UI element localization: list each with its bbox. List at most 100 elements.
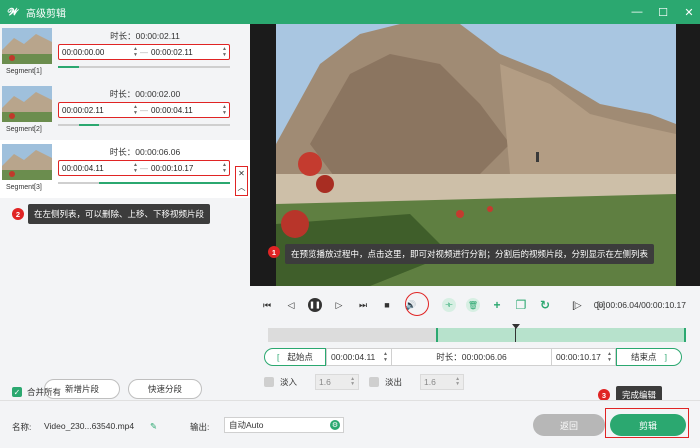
next-frame-icon[interactable]: ▷ (332, 298, 346, 312)
segment-end-field[interactable]: 00:00:02.11 ▲ ▼ (148, 46, 229, 58)
pause-icon[interactable]: ❚❚ (308, 298, 322, 312)
split-icon[interactable]: ⟛ (442, 298, 456, 312)
back-button[interactable]: 返回 (533, 414, 605, 436)
previous-frame-icon[interactable]: ◁ (284, 298, 298, 312)
bracket-left: [ (277, 352, 280, 362)
segment-start-value: 00:00:04.11 (62, 163, 104, 173)
segment-item[interactable]: Segment[1] 时长：00:00:02.11 00:00:00.00 ▲ ▼ … (0, 24, 250, 82)
fade-out-field[interactable]: 1.6 ▲ ▼ (420, 374, 465, 390)
fade-row: 淡入 1.6 ▲ ▼ 淡出 1.6 ▲ ▼ (264, 374, 465, 390)
add-icon[interactable]: + (490, 298, 504, 312)
name-label: 名称: (12, 422, 32, 432)
segment-start-field[interactable]: 00:00:04.11 ▲ ▼ (59, 162, 140, 174)
merge-all-checkbox[interactable]: ✓ (12, 387, 22, 397)
bottom-bar: 名称: Video_230...63540.mp4 ✎ 输出: 自动Auto ⚙… (0, 400, 700, 448)
bracket-right: ] (664, 352, 667, 362)
output-format-value: 自动Auto (229, 420, 264, 430)
segment-end-value: 00:00:02.11 (151, 47, 193, 57)
step-badge-2: 2 (12, 208, 24, 220)
window-title: 高级剪辑 (26, 8, 66, 20)
segment-end-field[interactable]: 00:00:10.17 ▲ ▼ (148, 162, 229, 174)
window-controls: — ☐ ✕ (630, 0, 696, 24)
segment-progress-bar (58, 182, 230, 184)
skip-to-end-icon[interactable]: ⏭ (356, 298, 370, 312)
close-icon[interactable]: ✕ (682, 5, 696, 19)
copy-icon[interactable]: ❐ (514, 298, 528, 312)
segment-thumbnail (2, 144, 52, 180)
segment-start-value: 00:00:02.11 (62, 105, 104, 115)
segment-controls: ✕ ︿ (235, 166, 248, 196)
segment-item-selected[interactable]: Segment[3] 时长：00:00:06.06 00:00:04.11 ▲ ▼ … (0, 140, 250, 198)
segment-thumbnail (2, 28, 52, 64)
merge-all-label: 合并所有 (27, 387, 62, 397)
stepper-icon[interactable]: ▲ ▼ (133, 104, 138, 116)
set-start-label: 起始点 (287, 352, 313, 362)
reset-icon[interactable]: ↻ (538, 298, 552, 312)
timeline-selection[interactable] (436, 328, 686, 342)
playhead[interactable] (511, 324, 520, 342)
segment-time-range: 00:00:02.11 ▲ ▼ — 00:00:04.11 ▲ ▼ (58, 102, 230, 118)
segment-time-range: 00:00:04.11 ▲ ▼ — 00:00:10.17 ▲ ▼ (58, 160, 230, 176)
move-up-icon[interactable]: ︿ (238, 182, 246, 193)
delete-icon[interactable]: 🗑 (466, 298, 480, 312)
stepper-icon[interactable]: ▲ ▼ (222, 162, 227, 174)
start-time-value: 00:00:04.11 (331, 352, 376, 362)
stepper-icon[interactable]: ▲ ▼ (133, 162, 138, 174)
stepper-icon[interactable]: ▲ ▼ (607, 351, 612, 363)
edit-duration-label: 时长： (436, 352, 462, 362)
segment-end-value: 00:00:04.11 (151, 105, 193, 115)
fade-in-field[interactable]: 1.6 ▲ ▼ (315, 374, 360, 390)
fade-out-checkbox[interactable] (369, 377, 380, 387)
stepper-icon[interactable]: ▲ ▼ (455, 377, 460, 387)
edit-duration: 时长： 00:00:06.06 (392, 348, 552, 366)
segment-list-panel: Segment[1] 时长：00:00:02.11 00:00:00.00 ▲ ▼ … (0, 24, 250, 400)
output-label: 输出: (190, 422, 210, 432)
segment-duration-label: 时长： (109, 147, 136, 157)
merge-all-option[interactable]: ✓ 合并所有 (12, 386, 61, 398)
minimize-icon[interactable]: — (630, 5, 644, 19)
title-bar: 𝓦 高级剪辑 — ☐ ✕ (0, 0, 700, 24)
segment-duration-label: 时长： (109, 89, 136, 99)
stepper-icon[interactable]: ▲ ▼ (222, 104, 227, 116)
segment-end-field[interactable]: 00:00:04.11 ▲ ▼ (148, 104, 229, 116)
set-start-button[interactable]: [ 起始点 (264, 348, 326, 366)
range-dash: — (140, 47, 148, 57)
split-highlight (405, 292, 429, 316)
segment-duration-value: 00:00:02.00 (135, 89, 181, 99)
segment-duration: 时长：00:00:06.06 (60, 146, 230, 158)
output-format-select[interactable]: 自动Auto ⚙ (224, 417, 344, 433)
timeline-track[interactable] (268, 324, 686, 342)
segment-progress-bar (58, 124, 230, 126)
stepper-icon[interactable]: ▲ ▼ (350, 377, 355, 387)
gear-icon[interactable]: ⚙ (330, 420, 340, 430)
fade-out-label: 淡出 (385, 377, 403, 387)
playback-timecode: 00:00:06.04/00:00:10.17 (593, 300, 686, 310)
edit-range-row: [ 起始点 00:00:04.11 ▲ ▼ 时长： 00:00:06.06 00:00… (264, 348, 686, 366)
mark-in-icon[interactable]: [▷ (570, 298, 584, 312)
fade-in-value: 1.6 (319, 377, 331, 387)
segment-start-field[interactable]: 00:00:02.11 ▲ ▼ (59, 104, 140, 116)
file-name: Video_230...63540.mp4 (44, 421, 135, 431)
edit-name-icon[interactable]: ✎ (150, 421, 157, 432)
skip-to-start-icon[interactable]: ⏮ (260, 298, 274, 312)
fade-in-checkbox[interactable] (264, 377, 274, 387)
range-dash: — (140, 105, 148, 115)
segment-end-value: 00:00:10.17 (151, 163, 194, 173)
segment-label: Segment[2] (6, 126, 42, 133)
edit-duration-value: 00:00:06.06 (461, 352, 507, 362)
segment-item[interactable]: Segment[2] 时长：00:00:02.00 00:00:02.11 ▲ ▼ … (0, 82, 250, 140)
delete-segment-icon[interactable]: ✕ (238, 169, 245, 178)
stepper-icon[interactable]: ▲ ▼ (383, 351, 388, 363)
segment-start-field[interactable]: 00:00:00.00 ▲ ▼ (59, 46, 140, 58)
stepper-icon[interactable]: ▲ ▼ (133, 46, 138, 58)
maximize-icon[interactable]: ☐ (656, 5, 670, 19)
set-end-button[interactable]: 结束点 ] (616, 348, 682, 366)
start-time-field[interactable]: 00:00:04.11 ▲ ▼ (326, 348, 392, 366)
end-time-value: 00:00:10.17 (556, 352, 601, 362)
stop-icon[interactable]: ■ (380, 298, 394, 312)
segment-label: Segment[1] (6, 68, 42, 75)
playback-controls: ⏮ ◁ ❚❚ ▷ ⏭ ■ 🔊 ⟛ 🗑 + ❐ ↻ [▷ [▫] 00:00:06… (250, 286, 700, 400)
stepper-icon[interactable]: ▲ ▼ (222, 46, 227, 58)
end-time-field[interactable]: 00:00:10.17 ▲ ▼ (552, 348, 616, 366)
quick-split-button[interactable]: 快速分段 (128, 379, 202, 399)
